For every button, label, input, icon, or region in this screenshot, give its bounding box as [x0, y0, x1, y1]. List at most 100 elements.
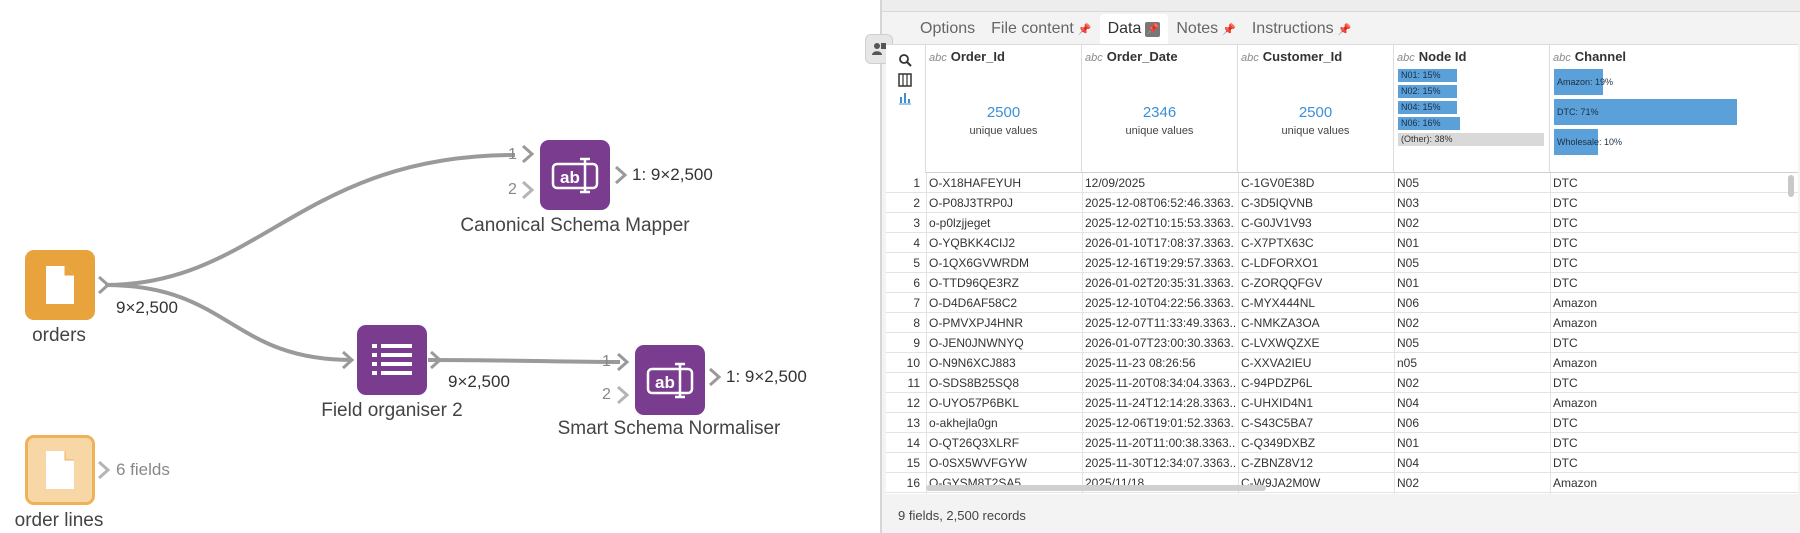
table-cell: N03	[1397, 196, 1420, 210]
pin-icon[interactable]: 📌	[1078, 23, 1092, 36]
row-number: 8	[913, 316, 920, 330]
field-organiser-input-chevron-icon[interactable]	[340, 350, 356, 370]
canonical-mapper-output-chevron-icon[interactable]	[613, 165, 629, 185]
bar-chart-icon[interactable]	[896, 89, 914, 107]
orders-output-size: 9×2,500	[116, 298, 178, 317]
tab-notes[interactable]: Notes 📌	[1168, 14, 1244, 44]
table-cell: O-D4D6AF58C2	[929, 296, 1018, 310]
smart-normaliser-input-2-chevron-icon[interactable]	[615, 385, 631, 405]
table-row[interactable]: 1 O-X18HAFEYUH 12/09/2025 C-1GV0E38D N05 DTC	[886, 173, 1798, 193]
order-lines-node[interactable]	[25, 435, 95, 505]
table-row[interactable]: 5 O-1QX6GVWRDM 2025-12-16T19:29:57.3363...…	[886, 253, 1798, 273]
order-lines-output-chevron-icon[interactable]	[96, 460, 112, 480]
row-number: 5	[913, 256, 920, 270]
file-icon	[46, 266, 74, 304]
smart-normaliser-output-size: 1: 9×2,500	[726, 367, 807, 386]
table-cell: O-UYO57P6BKL	[929, 396, 1020, 410]
table-cell: N02	[1397, 376, 1420, 390]
smart-normaliser-input-1-chevron-icon[interactable]	[615, 352, 631, 372]
table-row[interactable]: 12 O-UYO57P6BKL 2025-11-24T12:14:28.3363..…	[886, 393, 1798, 413]
table-row[interactable]: 6 O-TTD96QE3RZ 2026-01-02T20:35:31.3363...…	[886, 273, 1798, 293]
table-row[interactable]: 4 O-YQBKK4CIJ2 2026-01-10T17:08:37.3363...…	[886, 233, 1798, 253]
smart-schema-normaliser-node[interactable]: ab	[635, 345, 705, 415]
row-number: 4	[913, 236, 920, 250]
orders-output-chevron-icon[interactable]	[96, 275, 112, 295]
pin-icon[interactable]: 📌	[1145, 21, 1161, 37]
tab-data[interactable]: Data 📌	[1099, 14, 1169, 44]
table-cell: O-0SX5WVFGYW	[929, 456, 1028, 470]
unique-label: unique values	[969, 125, 1038, 137]
table-cell: O-P08J3TRP0J	[929, 196, 1014, 210]
text-field-icon: ab	[646, 362, 694, 399]
table-row[interactable]: 15 O-0SX5WVFGYW 2025-11-30T12:34:07.3363..…	[886, 453, 1798, 473]
field-organiser-node[interactable]	[357, 325, 427, 395]
column-header-channel[interactable]: abc Channel Amazon: 19% DTC: 71% Wholesale:…	[1550, 45, 1798, 173]
unique-count: 2500	[1298, 104, 1333, 121]
canonical-mapper-input-1-chevron-icon[interactable]	[520, 144, 536, 164]
row-number: 6	[913, 276, 920, 290]
table-cell: 2025-11-23 08:26:56	[1085, 356, 1196, 370]
table-cell: 2025-11-30T12:34:07.3363...	[1085, 456, 1235, 470]
table-row[interactable]: 7 O-D4D6AF58C2 2025-12-10T04:22:56.3363...…	[886, 293, 1798, 313]
table-cell: 2025-12-10T04:22:56.3363...	[1085, 296, 1235, 310]
table-cell: DTC	[1553, 416, 1578, 430]
row-number: 7	[913, 296, 920, 310]
table-row[interactable]: 14 O-QT26Q3XLRF 2025-11-20T11:00:38.3363..…	[886, 433, 1798, 453]
pin-icon[interactable]: 📌	[1338, 23, 1352, 36]
column-header-node-id[interactable]: abc Node Id N01: 15% N02: 15% N04: 15% N06: …	[1394, 45, 1550, 173]
column-header-order-date[interactable]: abc Order_Date 2346 unique values	[1082, 45, 1238, 173]
table-row[interactable]: 10 O-N9N6XCJ883 2025-11-23 08:26:56 C-XXVA2…	[886, 353, 1798, 373]
table-cell: C-X7PTX63C	[1241, 236, 1314, 250]
smart-normaliser-output-chevron-icon[interactable]	[707, 367, 723, 387]
table-row[interactable]: 11 O-SDS8B25SQ8 2025-11-20T08:34:04.3363..…	[886, 373, 1798, 393]
tab-options[interactable]: Options	[912, 14, 983, 44]
table-cell: DTC	[1553, 176, 1578, 190]
column-header-order-id[interactable]: abc Order_Id 2500 unique values	[926, 45, 1082, 173]
table-cell: N05	[1397, 336, 1420, 350]
unique-count: 2500	[986, 104, 1021, 121]
table-row[interactable]: 9 O-JEN0JNWNYQ 2026-01-07T23:00:30.3363...…	[886, 333, 1798, 353]
field-organiser-output-chevron-icon[interactable]	[428, 350, 444, 370]
table-cell: N04	[1397, 396, 1420, 410]
table-cell: Amazon	[1553, 356, 1598, 370]
column-type-label: abc	[1241, 52, 1259, 64]
distribution-bar: N02: 15%	[1398, 85, 1457, 98]
link-field-organiser-to-smart-normaliser[interactable]	[427, 358, 621, 364]
table-cell: o-akhejla0gn	[929, 416, 998, 430]
table-row[interactable]: 13 o-akhejla0gn 2025-12-06T19:01:52.3363..…	[886, 413, 1798, 433]
row-number: 3	[913, 216, 920, 230]
table-row[interactable]: 8 O-PMVXPJ4HNR 2025-12-07T11:33:49.3363...…	[886, 313, 1798, 333]
table-cell: N06	[1397, 296, 1420, 310]
workflow-links	[104, 153, 621, 364]
table-row[interactable]: 3 o-p0lzjjeget 2025-12-02T10:15:53.3363...…	[886, 213, 1798, 233]
column-header-customer-id[interactable]: abc Customer_Id 2500 unique values	[1238, 45, 1394, 173]
table-cell: 2026-01-07T23:00:30.3363...	[1085, 336, 1235, 350]
table-cell: C-3D5IQVNB	[1241, 196, 1314, 210]
columns-icon[interactable]	[896, 71, 914, 89]
link-orders-to-field-organiser[interactable]	[104, 283, 353, 362]
panel-title-strip	[882, 0, 1800, 12]
table-cell: 2025-11-24T12:14:28.3363...	[1085, 396, 1235, 410]
table-cell: 2025-12-02T10:15:53.3363...	[1085, 216, 1235, 230]
workflow-canvas[interactable]: orders 9×2,500 order lines 6 fields 1 2 …	[0, 0, 880, 533]
link-orders-to-canonical-mapper[interactable]	[104, 153, 516, 287]
canonical-mapper-input-2-chevron-icon[interactable]	[520, 180, 536, 200]
pin-icon[interactable]: 📌	[1222, 23, 1236, 36]
column-name: Order_Id	[950, 49, 1005, 64]
distribution-bar: Amazon: 19%	[1554, 69, 1613, 95]
table-cell: O-QT26Q3XLRF	[929, 436, 1020, 450]
orders-node[interactable]	[25, 250, 95, 320]
canonical-schema-mapper-node[interactable]: ab	[540, 140, 610, 210]
table-row[interactable]: 2 O-P08J3TRP0J 2025-12-08T06:52:46.3363...…	[886, 193, 1798, 213]
tab-instructions[interactable]: Instructions 📌	[1244, 14, 1360, 44]
data-table[interactable]: abc Order_Id 2500 unique values abc Order_…	[886, 44, 1798, 494]
search-icon[interactable]	[896, 51, 914, 69]
horizontal-scrollbar[interactable]	[926, 485, 1266, 491]
table-cell: 2025-12-08T06:52:46.3363...	[1085, 196, 1235, 210]
table-cell: C-LDFORXO1	[1241, 256, 1319, 270]
tab-file-content[interactable]: File content 📌	[983, 14, 1099, 44]
unique-count: 2346	[1142, 104, 1177, 121]
table-cell: 2026-01-10T17:08:37.3363...	[1085, 236, 1235, 250]
distribution-bar: N04: 15%	[1398, 101, 1457, 114]
vertical-scrollbar[interactable]	[1788, 175, 1794, 197]
